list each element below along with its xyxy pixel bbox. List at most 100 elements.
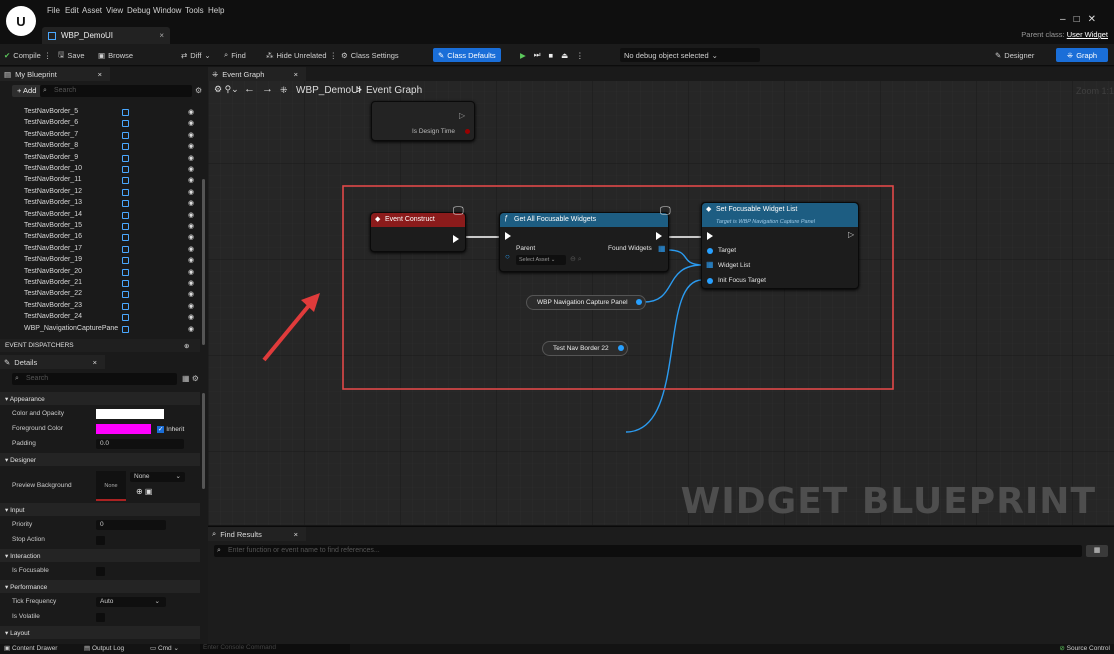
- appearance-header[interactable]: ▾ Appearance: [0, 392, 200, 405]
- color-opacity-swatch[interactable]: [96, 409, 164, 419]
- wbp-navigation-capture-panel-var[interactable]: WBP Navigation Capture Panel: [526, 295, 646, 310]
- menu-file[interactable]: File: [47, 6, 60, 15]
- eye-icon[interactable]: ◉: [188, 211, 194, 219]
- eye-icon[interactable]: ◉: [188, 199, 194, 207]
- menu-tools[interactable]: Tools: [185, 6, 204, 15]
- test-nav-border-22-var[interactable]: Test Nav Border 22: [542, 341, 628, 356]
- eye-icon[interactable]: ◉: [188, 222, 194, 230]
- stop-icon[interactable]: ■: [549, 51, 554, 60]
- close-icon[interactable]: ×: [98, 70, 102, 79]
- inherit-checkbox[interactable]: ✓ Inherit: [157, 425, 184, 433]
- var-border-pin[interactable]: [618, 345, 624, 351]
- find-results-tab[interactable]: ⌕ Find Results ×: [208, 527, 306, 541]
- window-controls[interactable]: –□✕: [1060, 14, 1104, 25]
- foreground-color-swatch[interactable]: [96, 424, 151, 434]
- browse-asset-icon[interactable]: ⊕ ▣: [136, 487, 152, 496]
- find-in-all-blueprints-icon[interactable]: ▦: [1086, 545, 1108, 557]
- document-tab[interactable]: WBP_DemoUI ×: [42, 27, 170, 44]
- eye-icon[interactable]: ◉: [188, 176, 194, 184]
- variable-list-item[interactable]: TestNavBorder_23 ◉: [0, 302, 200, 311]
- compile-button[interactable]: ✔ Compile ⋮: [4, 48, 51, 62]
- play-icon[interactable]: ▶: [520, 51, 526, 60]
- browse-button[interactable]: ▣ Browse: [98, 48, 133, 62]
- exec-out-pin[interactable]: ▷: [459, 111, 465, 120]
- exec-out-pin[interactable]: [453, 235, 459, 243]
- priority-field[interactable]: 0: [96, 520, 166, 530]
- eye-icon[interactable]: ◉: [188, 313, 194, 321]
- eye-icon[interactable]: ◉: [188, 325, 194, 333]
- menu-debug[interactable]: Debug: [127, 6, 151, 15]
- exec-in-pin[interactable]: [505, 232, 511, 240]
- variable-list-item[interactable]: TestNavBorder_6 ◉: [0, 119, 200, 128]
- eye-icon[interactable]: ◉: [188, 154, 194, 162]
- class-settings-button[interactable]: ⚙ Class Settings: [341, 48, 399, 62]
- variable-list-item[interactable]: TestNavBorder_19 ◉: [0, 256, 200, 265]
- class-defaults-button[interactable]: ✎ Class Defaults: [433, 48, 501, 62]
- set-focusable-widget-list-node[interactable]: Set Focusable Widget List Target is WBP N…: [701, 202, 859, 289]
- menu-edit[interactable]: Edit: [65, 6, 79, 15]
- asset-browse-icons[interactable]: ⊖ ⌕: [570, 255, 582, 264]
- eject-icon[interactable]: ⏏: [561, 51, 568, 60]
- details-tab[interactable]: ✎ Details ×: [0, 355, 105, 369]
- variable-list-item[interactable]: TestNavBorder_24 ◉: [0, 313, 200, 322]
- parent-pin[interactable]: ○: [505, 252, 510, 261]
- event-graph-canvas[interactable]: ⁜ Event Graph × ⚙ ⚲⌄ ← → ⁜ WBP_DemoUI > Ev…: [208, 67, 1114, 525]
- bool-pin[interactable]: [465, 129, 470, 134]
- eye-icon[interactable]: ◉: [188, 131, 194, 139]
- find-results-search-input[interactable]: ⌕ Enter function or event name to find re…: [214, 545, 1082, 557]
- unreal-logo-icon[interactable]: U: [6, 6, 36, 36]
- close-icon[interactable]: ×: [93, 358, 97, 367]
- eye-icon[interactable]: ◉: [188, 142, 194, 150]
- menu-help[interactable]: Help: [208, 6, 224, 15]
- diff-button[interactable]: ⇄ Diff ⌄: [181, 48, 211, 62]
- target-pin[interactable]: [707, 248, 713, 254]
- variable-list-item[interactable]: TestNavBorder_13 ◉: [0, 199, 200, 208]
- preview-background-thumbnail[interactable]: None: [96, 471, 126, 501]
- eye-icon[interactable]: ◉: [188, 256, 194, 264]
- is-design-time-node[interactable]: ▷ Is Design Time: [371, 101, 475, 141]
- filter-icon[interactable]: ⚙ ⚲⌄: [214, 84, 239, 95]
- content-drawer-button[interactable]: ▣ Content Drawer: [4, 644, 57, 652]
- variable-list-item[interactable]: WBP_NavigationCapturePane ◉: [0, 325, 200, 334]
- console-command-input[interactable]: Enter Console Command: [200, 644, 350, 654]
- source-control-button[interactable]: ⊘ Source Control: [1059, 644, 1110, 652]
- table-view-icon[interactable]: ▦ ⚙: [182, 374, 199, 383]
- graph-button[interactable]: ⁜ Graph: [1056, 48, 1108, 62]
- variable-list-item[interactable]: TestNavBorder_16 ◉: [0, 233, 200, 242]
- eye-icon[interactable]: ◉: [188, 290, 194, 298]
- cmd-button[interactable]: ▭ Cmd ⌄: [150, 644, 179, 652]
- variable-list-item[interactable]: TestNavBorder_14 ◉: [0, 211, 200, 220]
- padding-field[interactable]: 0.0: [96, 439, 184, 449]
- add-button[interactable]: + Add: [12, 85, 42, 97]
- input-header[interactable]: ▾ Input: [0, 503, 200, 516]
- menu-view[interactable]: View: [106, 6, 123, 15]
- eye-icon[interactable]: ◉: [188, 279, 194, 287]
- array-pin-icon[interactable]: ▦: [658, 244, 666, 253]
- close-icon[interactable]: ×: [294, 70, 298, 79]
- exec-out-pin[interactable]: ▷: [848, 230, 854, 239]
- is-volatile-checkbox[interactable]: [96, 613, 105, 622]
- is-focusable-checkbox[interactable]: [96, 567, 105, 576]
- stop-action-checkbox[interactable]: [96, 536, 105, 545]
- variable-list-item[interactable]: TestNavBorder_12 ◉: [0, 188, 200, 197]
- menu-asset[interactable]: Asset: [82, 6, 102, 15]
- add-dispatcher-icon[interactable]: ⊕: [184, 342, 189, 350]
- variable-list-item[interactable]: TestNavBorder_21 ◉: [0, 279, 200, 288]
- variable-list-item[interactable]: TestNavBorder_20 ◉: [0, 268, 200, 277]
- interaction-header[interactable]: ▾ Interaction: [0, 549, 200, 562]
- variable-list-item[interactable]: TestNavBorder_9 ◉: [0, 154, 200, 163]
- hide-unrelated-button[interactable]: ⁂ Hide Unrelated ⋮: [266, 48, 337, 62]
- eye-icon[interactable]: ◉: [188, 245, 194, 253]
- debug-object-select[interactable]: No debug object selected ⌄: [620, 48, 760, 62]
- widget-list-pin[interactable]: ▦: [706, 260, 714, 269]
- preview-background-select[interactable]: None ⌄: [130, 472, 185, 482]
- tick-frequency-select[interactable]: Auto ⌄: [96, 597, 166, 607]
- settings-gear-icon[interactable]: ⚙: [195, 86, 202, 95]
- variable-list-item[interactable]: TestNavBorder_10 ◉: [0, 165, 200, 174]
- details-scrollbar[interactable]: [202, 393, 205, 489]
- exec-in-pin[interactable]: [707, 232, 713, 240]
- event-dispatchers-header[interactable]: EVENT DISPATCHERS ⊕: [0, 339, 200, 352]
- eye-icon[interactable]: ◉: [188, 108, 194, 116]
- eye-icon[interactable]: ◉: [188, 233, 194, 241]
- my-blueprint-search-input[interactable]: ⌕ Search: [40, 85, 192, 97]
